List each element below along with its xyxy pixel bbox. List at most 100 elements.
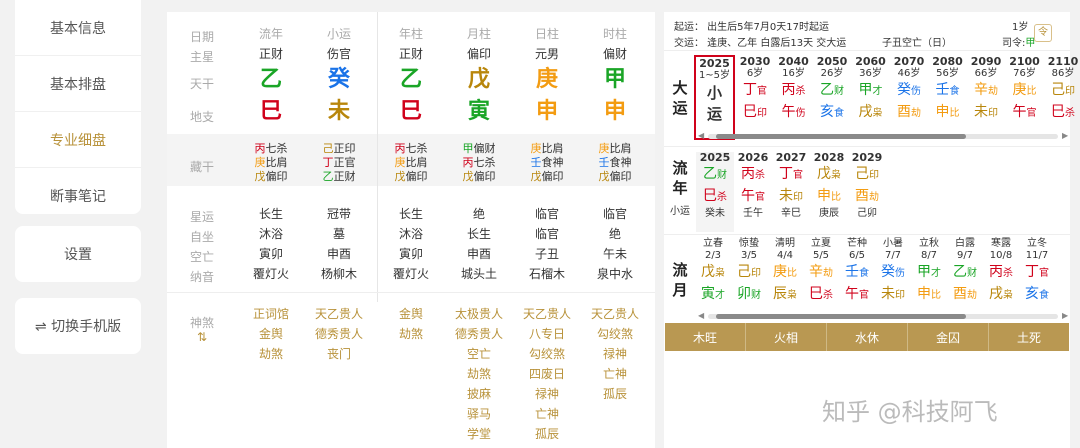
dayun-column[interactable]: 2050 26岁 乙财 亥食 [813,56,851,124]
liuyue-column[interactable]: 惊蛰 3/5 己印 卯财 [730,238,768,306]
nayin: 覆灯火 [252,267,289,281]
sidebar-item-basic-info[interactable]: 基本信息 [15,0,141,56]
shensha-item[interactable]: 天乙贵人 [581,304,649,324]
shensha-item[interactable]: 学堂 [445,424,513,444]
sidebar-item-basic-chart[interactable]: 基本排盘 [15,56,141,112]
qiyun-text: 起运： 出生后5年7月0天17时起运 [674,22,829,33]
hidden-stem: 庚比肩 [598,142,632,155]
shensha-item[interactable]: 劫煞 [445,364,513,384]
shensha-item[interactable]: 金舆 [377,304,445,324]
shensha-item[interactable]: 德秀贵人 [445,324,513,344]
scroll-right-icon[interactable]: ▶ [1062,131,1068,140]
xingyun: 长生 [398,207,423,221]
settings-button[interactable]: 设置 [15,226,141,282]
hidden-stem: 庚比肩 [394,156,428,169]
xingyun: 临官 [534,207,559,221]
shensha-item[interactable]: 孤辰 [513,424,581,444]
dayun-column[interactable]: 2060 36岁 甲才 戌枭 [852,56,890,124]
liuyue-column[interactable]: 小暑 7/7 癸伤 未印 [874,238,912,306]
wuxing-state: 火相 [746,323,827,351]
dayun-column[interactable]: 2100 76岁 庚比 午官 [1006,56,1044,124]
liuyue-column[interactable]: 立夏 5/5 辛劫 巳杀 [802,238,840,306]
current-year: 2025 [699,57,730,70]
sidebar-item-notes[interactable]: 断事笔记 [15,168,141,224]
nayin: 泉中水 [596,267,633,281]
switch-mobile-button[interactable]: ⇌ 切换手机版 [15,298,141,354]
shensha-item[interactable]: 亡神 [513,404,581,424]
shensha-item[interactable]: 劫煞 [377,324,445,344]
dayun-column[interactable]: 2090 66岁 辛劫 未印 [967,56,1005,124]
liuyue-scrollbar[interactable] [708,314,1058,319]
wuxing-state: 木旺 [665,323,746,351]
refresh-icon[interactable]: ⇅ [167,330,237,344]
sidebar-item-pro-chart[interactable]: 专业细盘 [15,112,141,168]
hidden-stem: 戊偏印 [598,170,632,183]
shensha-item[interactable]: 禄神 [581,344,649,364]
shensha-item[interactable]: 勾绞煞 [581,324,649,344]
main-star: 伤官 [326,47,351,61]
shensha-item[interactable]: 八专日 [513,324,581,344]
shensha-item[interactable]: 四废日 [513,364,581,384]
kongwang: 寅卯 [258,247,283,261]
liuyue-column[interactable]: 白露 9/7 乙财 酉劫 [946,238,984,306]
shensha-item[interactable]: 太极贵人 [445,304,513,324]
liuyue-column[interactable]: 立秋 8/7 甲才 申比 [910,238,948,306]
liuyue-column[interactable]: 清明 4/4 庚比 辰枭 [766,238,804,306]
row-label-date: 日期 [189,30,214,44]
current-l1: 小 [706,84,722,102]
shensha-item[interactable]: 天乙贵人 [305,304,373,324]
dayun-scrollbar[interactable] [708,134,1058,139]
wuxing-state: 土死 [1016,330,1041,345]
sidebar-nav: 基本信息 基本排盘 专业细盘 断事笔记 [15,0,141,214]
pillar-header: 时柱 [602,27,627,41]
kongwang: 申酉 [326,247,351,261]
shensha-item[interactable]: 正词馆 [237,304,305,324]
xingyun: 长生 [258,207,283,221]
calendar-icon[interactable]: 令 [1034,24,1052,42]
main-star: 正财 [398,47,423,61]
zizuo: 沐浴 [398,227,423,241]
liuyue-label: 流月 [672,261,688,299]
pillar-header: 月柱 [466,27,491,41]
shensha-item[interactable]: 披麻 [445,384,513,404]
current-xiaoyun-cell[interactable]: 2025 1~5岁 小 运 [694,55,735,140]
shensha-item[interactable]: 劫煞 [237,344,305,364]
shensha-item[interactable]: 德秀贵人 [305,324,373,344]
dayun-panel: 起运： 出生后5年7月0天17时起运 交运： 逢庚、乙年 白露后13天 交大运 … [664,12,1078,448]
shensha-item[interactable]: 亡神 [581,364,649,384]
dayun-column[interactable]: 2070 46岁 癸伤 酉劫 [890,56,928,124]
nayin: 石榴木 [528,267,565,281]
shensha-item[interactable]: 空亡 [445,344,513,364]
scroll-left-icon[interactable]: ◀ [698,131,704,140]
liunian-column[interactable]: 2026 丙杀 午官 壬午 [734,152,772,220]
age-text: 1岁 [1012,22,1029,33]
kongwang-text: 子丑空亡（日） [882,38,952,49]
hidden-stem: 丙七杀 [394,142,428,155]
shensha-item[interactable]: 禄神 [513,384,581,404]
liuyue-column[interactable]: 芒种 6/5 壬食 午官 [838,238,876,306]
xiaoyun-label: 小运 [670,206,690,217]
dayun-column[interactable]: 2110 86岁 己印 巳杀 [1044,56,1080,124]
row-label-nayin: 纳音 [189,270,214,284]
shensha-item[interactable]: 金舆 [237,324,305,344]
hidden-stem: 丁正官 [322,156,356,169]
liunian-column[interactable]: 2029 己印 酉劫 己卯 [848,152,886,220]
shensha-item[interactable]: 丧门 [305,344,373,364]
liunian-column[interactable]: 2025 乙财 巳杀 癸未 [696,152,734,220]
liuyue-column[interactable]: 立春 2/3 戊枭 寅才 [694,238,732,306]
liunian-column[interactable]: 2028 戊枭 申比 庚辰 [810,152,848,220]
dayun-column[interactable]: 2040 16岁 丙杀 午伤 [775,56,813,124]
shensha-item[interactable]: 天乙贵人 [513,304,581,324]
liuyue-scroll-left-icon[interactable]: ◀ [698,311,704,320]
liunian-column[interactable]: 2027 丁官 未印 辛巳 [772,152,810,220]
shensha-item[interactable]: 孤辰 [581,384,649,404]
liuyue-scroll-right-icon[interactable]: ▶ [1062,311,1068,320]
dayun-column[interactable]: 2030 6岁 丁官 巳印 [736,56,774,124]
jiaoyun-text: 交运： 逢庚、乙年 白露后13天 交大运 [674,38,847,49]
hidden-stem: 甲偏财 [462,142,496,155]
shensha-item[interactable]: 驿马 [445,404,513,424]
liuyue-column[interactable]: 寒露 10/8 丙杀 戌枭 [982,238,1020,306]
dayun-column[interactable]: 2080 56岁 壬食 申比 [929,56,967,124]
shensha-item[interactable]: 勾绞煞 [513,344,581,364]
liuyue-column[interactable]: 立冬 11/7 丁官 亥食 [1018,238,1056,306]
